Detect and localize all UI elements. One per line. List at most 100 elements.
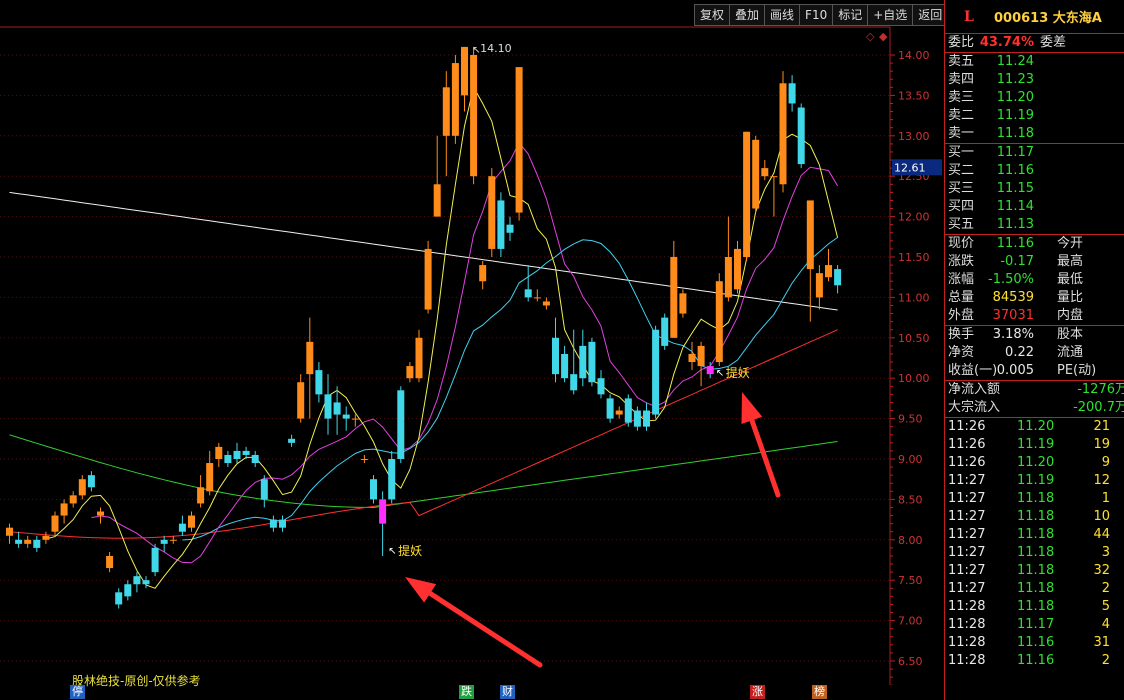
candle-body[interactable]: [142, 580, 150, 585]
candle-body[interactable]: [761, 168, 769, 177]
bid-row[interactable]: 买一 11.17: [945, 144, 1124, 162]
candle-body[interactable]: [570, 374, 578, 391]
candle-body[interactable]: [743, 131, 751, 257]
candle-body[interactable]: [151, 547, 159, 573]
candle-body[interactable]: [78, 479, 86, 496]
candle-body[interactable]: [15, 539, 23, 544]
candle-body[interactable]: [524, 289, 532, 298]
add-watchlist-button[interactable]: +自选: [868, 4, 914, 26]
candle-body[interactable]: [6, 527, 13, 536]
candle-body[interactable]: [133, 576, 141, 585]
candle-body[interactable]: [815, 273, 823, 298]
candle-body[interactable]: [169, 539, 177, 541]
ask-row[interactable]: 卖五 11.24: [945, 53, 1124, 71]
candle-body[interactable]: [306, 341, 314, 375]
bid-row[interactable]: 买二 11.16: [945, 162, 1124, 180]
candle-body[interactable]: [679, 293, 687, 314]
ask-row[interactable]: 卖四 11.23: [945, 71, 1124, 89]
candle-body[interactable]: [333, 402, 341, 415]
candle-body[interactable]: [788, 83, 796, 104]
candle-body[interactable]: [706, 366, 714, 375]
candle-body[interactable]: [724, 257, 732, 298]
kline-svg[interactable]: 14.0013.5013.0012.5012.0011.5011.0010.50…: [0, 0, 943, 700]
candle-body[interactable]: [297, 382, 305, 419]
candle-body[interactable]: [770, 176, 778, 178]
overlay-button[interactable]: 叠加: [730, 4, 766, 26]
candle-body[interactable]: [652, 329, 660, 415]
candle-body[interactable]: [224, 454, 232, 464]
candle-body[interactable]: [715, 281, 723, 363]
candle-body[interactable]: [251, 454, 259, 464]
diamond-filled-icon[interactable]: ◆: [879, 30, 888, 43]
candle-body[interactable]: [106, 555, 114, 569]
candle-body[interactable]: [360, 459, 368, 460]
candle-body[interactable]: [188, 515, 195, 528]
candle-body[interactable]: [734, 248, 741, 290]
candle-body[interactable]: [260, 479, 268, 500]
f10-button[interactable]: F10: [800, 4, 834, 26]
candle-body[interactable]: [415, 337, 423, 379]
candle-body[interactable]: [87, 475, 95, 488]
candle-body[interactable]: [461, 46, 468, 96]
candle-body[interactable]: [451, 63, 459, 136]
candle-body[interactable]: [42, 535, 50, 540]
candle-body[interactable]: [479, 265, 487, 282]
candle-body[interactable]: [497, 200, 505, 249]
draw-line-button[interactable]: 画线: [765, 4, 801, 26]
bid-row[interactable]: 买四 11.14: [945, 198, 1124, 216]
candle-body[interactable]: [51, 515, 59, 532]
candle-body[interactable]: [342, 414, 350, 419]
candle-body[interactable]: [60, 503, 68, 516]
candle-body[interactable]: [178, 523, 186, 532]
fuquan-button[interactable]: 复权: [694, 4, 731, 26]
candle-body[interactable]: [661, 317, 669, 346]
candle-body[interactable]: [633, 410, 641, 427]
ask-row[interactable]: 卖一 11.18: [945, 125, 1124, 143]
candle-body[interactable]: [215, 446, 223, 459]
ask-row[interactable]: 卖三 11.20: [945, 89, 1124, 107]
candle-body[interactable]: [397, 390, 405, 459]
candle-body[interactable]: [351, 418, 359, 420]
candle-body[interactable]: [379, 499, 387, 524]
stock-code-name[interactable]: 000613 大东海A: [994, 7, 1102, 26]
candle-body[interactable]: [160, 539, 168, 544]
candle-body[interactable]: [24, 539, 32, 544]
candle-body[interactable]: [797, 107, 805, 165]
candle-body[interactable]: [206, 463, 214, 492]
candle-body[interactable]: [488, 176, 496, 249]
bid-row[interactable]: 买五 11.13: [945, 216, 1124, 234]
diamond-icon[interactable]: ◇: [866, 30, 875, 43]
candle-body[interactable]: [515, 67, 523, 213]
candle-body[interactable]: [688, 353, 696, 363]
mark-button[interactable]: 标记: [833, 4, 869, 26]
candle-body[interactable]: [561, 353, 569, 379]
candle-body[interactable]: [670, 257, 678, 338]
candle-body[interactable]: [752, 139, 760, 209]
candle-body[interactable]: [597, 378, 605, 395]
candle-body[interactable]: [624, 398, 632, 423]
candle-body[interactable]: [470, 55, 478, 177]
candle-body[interactable]: [33, 539, 41, 548]
candle-body[interactable]: [506, 224, 514, 233]
candle-body[interactable]: [315, 370, 323, 395]
ask-row[interactable]: 卖二 11.19: [945, 107, 1124, 125]
candle-body[interactable]: [442, 87, 450, 136]
candle-body[interactable]: [269, 519, 277, 528]
candle-body[interactable]: [279, 519, 286, 528]
candle-body[interactable]: [97, 511, 104, 516]
candle-body[interactable]: [370, 479, 377, 500]
limit-up-tag[interactable]: 涨: [750, 685, 765, 699]
candle-body[interactable]: [806, 200, 814, 270]
rank-tag[interactable]: 榜: [812, 685, 827, 699]
bid-row[interactable]: 买三 11.15: [945, 180, 1124, 198]
candle-body[interactable]: [288, 438, 296, 443]
candle-body[interactable]: [834, 269, 842, 286]
candle-body[interactable]: [324, 394, 332, 419]
candle-body[interactable]: [606, 398, 614, 419]
candle-body[interactable]: [388, 459, 396, 500]
candle-body[interactable]: [533, 297, 541, 299]
candle-body[interactable]: [433, 184, 441, 217]
candle-body[interactable]: [69, 495, 77, 504]
candle-body[interactable]: [115, 592, 123, 605]
candle-body[interactable]: [124, 584, 132, 597]
